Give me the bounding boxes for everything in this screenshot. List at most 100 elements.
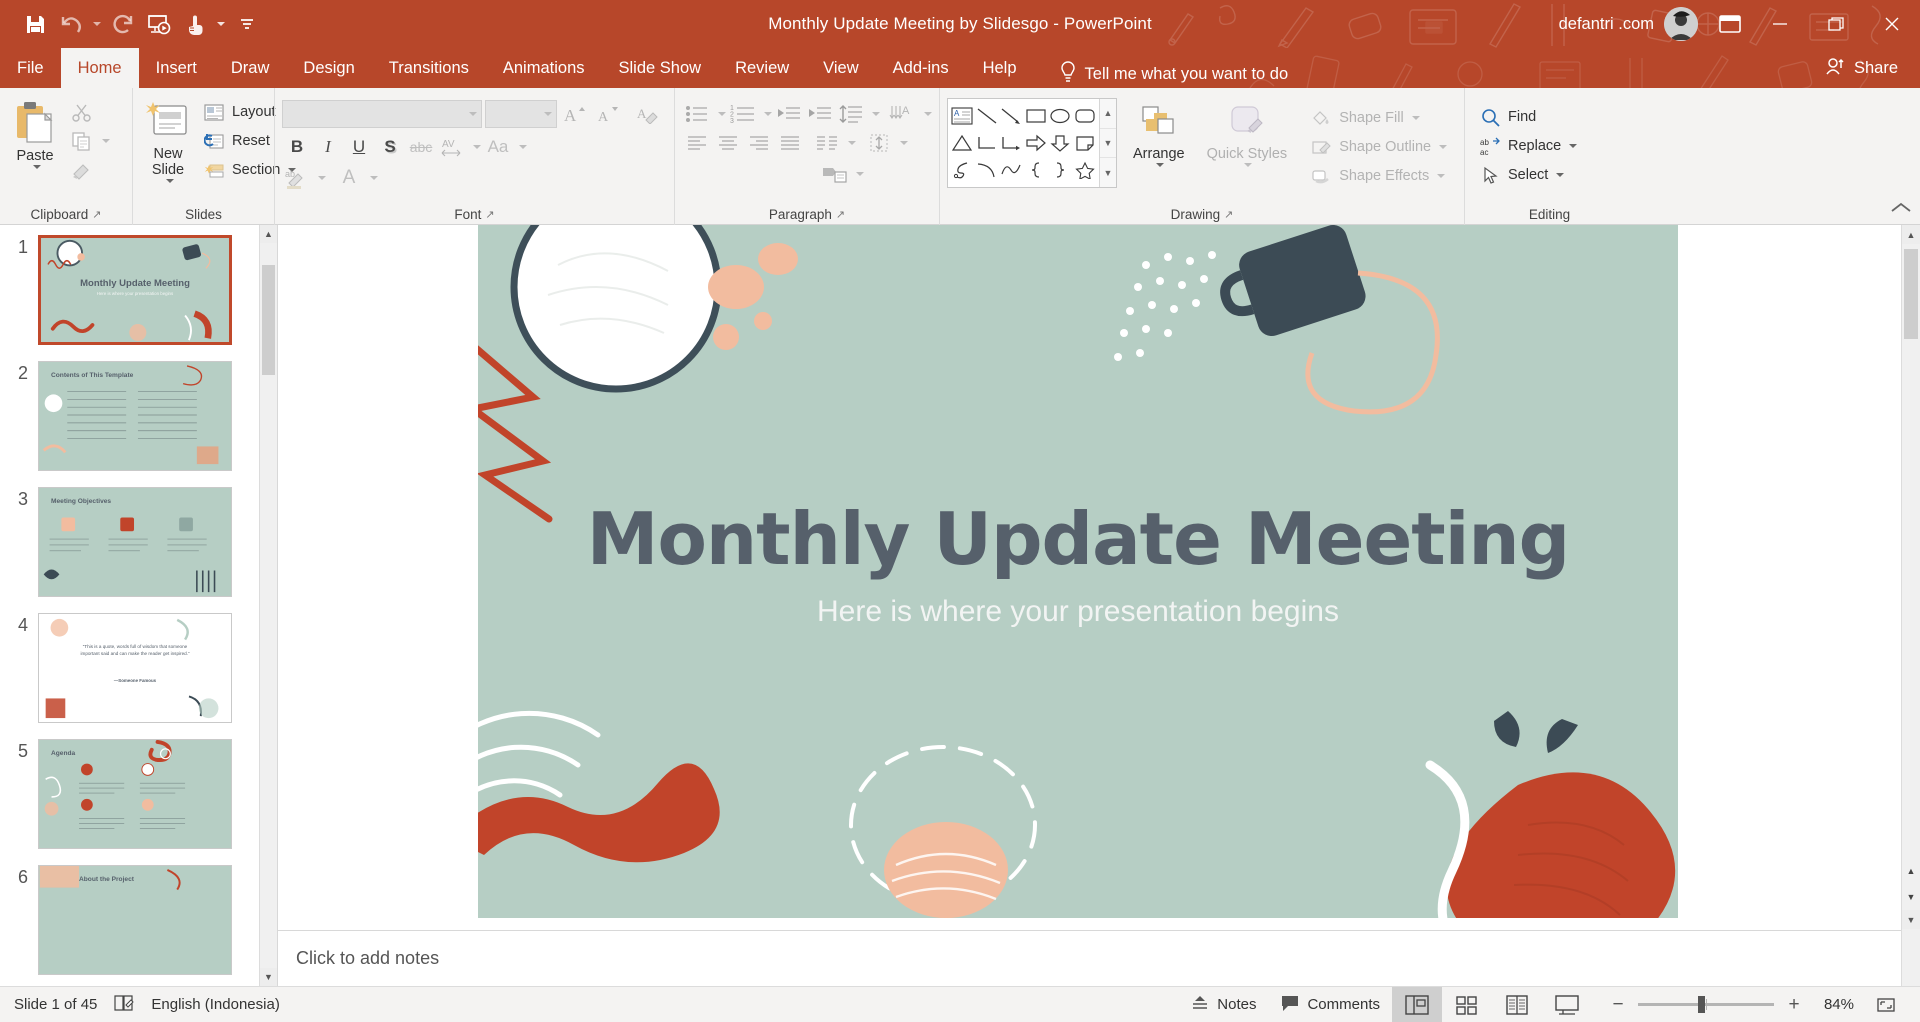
shape-curve[interactable] [975, 157, 1000, 184]
change-case-dropdown-icon[interactable] [514, 132, 528, 161]
paste-button[interactable]: Paste [7, 96, 63, 169]
shape-star[interactable] [1073, 157, 1098, 184]
shapes-more-icon[interactable]: ▼ [1100, 158, 1116, 187]
shape-freeform[interactable] [999, 157, 1024, 184]
quick-styles-button[interactable]: Quick Styles [1201, 98, 1294, 167]
next-slide-icon[interactable]: ▼ [1902, 884, 1920, 910]
shape-line[interactable] [975, 102, 1000, 129]
tab-help[interactable]: Help [966, 48, 1034, 88]
font-color-button[interactable]: A [334, 163, 364, 192]
new-slide-button[interactable]: New Slide [140, 96, 196, 183]
thumbnail-scroll-thumb[interactable] [262, 265, 275, 375]
shape-left-brace[interactable] [1024, 157, 1049, 184]
zoom-out-button[interactable]: − [1610, 994, 1626, 1016]
zoom-slider-handle[interactable] [1698, 996, 1705, 1013]
slide-thumbnail-preview-3[interactable]: Meeting Objectives [38, 487, 232, 597]
slide-thumbnail-pane[interactable]: 1 Monthly Update Meeting Here is where y… [0, 225, 278, 986]
slide-count-label[interactable]: Slide 1 of 45 [14, 996, 97, 1013]
numbering-dropdown-icon[interactable] [759, 99, 773, 128]
shape-scribble[interactable] [950, 157, 975, 184]
replace-dropdown-icon[interactable] [1569, 144, 1578, 148]
decrease-font-size-button[interactable]: A [593, 99, 623, 128]
thumbnail-scroll-up-icon[interactable]: ▲ [260, 225, 277, 243]
select-button[interactable]: Select [1472, 161, 1582, 189]
save-icon[interactable] [18, 7, 52, 41]
tab-draw[interactable]: Draw [214, 48, 287, 88]
font-name-dropdown-icon[interactable] [469, 111, 477, 116]
shape-triangle[interactable] [950, 129, 975, 156]
thumbnail-scrollbar[interactable]: ▲ ▼ [259, 225, 277, 986]
shape-elbow-connector[interactable] [975, 129, 1000, 156]
bold-button[interactable]: B [282, 132, 312, 161]
tell-me-search[interactable]: Tell me what you want to do [1060, 61, 1288, 88]
avatar[interactable] [1664, 7, 1698, 41]
slide-show-button[interactable] [1542, 987, 1592, 1022]
font-name-combo[interactable] [282, 99, 482, 128]
strikethrough-button[interactable]: abc [406, 132, 436, 161]
tab-home[interactable]: Home [60, 48, 139, 88]
slide-thumbnail-preview-2[interactable]: Contents of This Template [38, 361, 232, 471]
undo-icon[interactable] [54, 7, 88, 41]
shape-fill-button[interactable]: Shape Fill [1303, 104, 1452, 132]
align-right-button[interactable] [744, 128, 774, 157]
previous-slide-icon[interactable]: ▲ [1902, 858, 1920, 884]
columns-button[interactable] [812, 128, 842, 157]
new-slide-dropdown-icon[interactable] [165, 178, 174, 183]
change-case-button[interactable]: Aa [483, 132, 513, 161]
slide-thumbnail-6[interactable]: 6 About the Project [0, 865, 259, 975]
columns-dropdown-icon[interactable] [843, 128, 857, 157]
shapes-gallery[interactable]: A ▲ ▼ ▼ [947, 98, 1117, 188]
slide-thumbnail-2[interactable]: 2 Contents of This Template [0, 361, 259, 471]
font-size-combo[interactable] [485, 99, 557, 128]
shapes-scroll-down-icon[interactable]: ▼ [1100, 129, 1116, 159]
line-spacing-dropdown-icon[interactable] [867, 99, 881, 128]
start-presentation-icon[interactable] [142, 7, 176, 41]
drawing-dialog-launcher-icon[interactable]: ↗ [1224, 208, 1233, 221]
thumbnail-scroll-down-icon[interactable]: ▼ [260, 968, 277, 986]
font-color-dropdown-icon[interactable] [365, 163, 379, 192]
justify-button[interactable] [775, 128, 805, 157]
font-dialog-launcher-icon[interactable]: ↗ [485, 208, 494, 221]
slide-subtitle[interactable]: Here is where your presentation begins [478, 595, 1678, 629]
shape-oval[interactable] [1048, 102, 1073, 129]
tab-transitions[interactable]: Transitions [372, 48, 486, 88]
slide-thumbnail-preview-4[interactable]: “This is a quote, words full of wisdom t… [38, 613, 232, 723]
shape-folded-corner[interactable] [1073, 129, 1098, 156]
tab-insert[interactable]: Insert [139, 48, 214, 88]
text-highlight-dropdown-icon[interactable] [313, 163, 327, 192]
shape-rectangle[interactable] [1024, 102, 1049, 129]
account-name[interactable]: defantri .com [1559, 15, 1654, 34]
align-left-button[interactable] [682, 128, 712, 157]
undo-dropdown-icon[interactable] [90, 7, 104, 41]
reading-view-button[interactable] [1492, 987, 1542, 1022]
line-spacing-button[interactable] [836, 99, 866, 128]
bullets-dropdown-icon[interactable] [713, 99, 727, 128]
shape-effects-dropdown-icon[interactable] [1437, 174, 1446, 178]
zoom-in-button[interactable]: + [1786, 994, 1802, 1016]
copy-button[interactable] [63, 127, 115, 155]
shape-right-brace[interactable] [1048, 157, 1073, 184]
tab-design[interactable]: Design [286, 48, 371, 88]
shape-right-arrow[interactable] [1024, 129, 1049, 156]
format-painter-button[interactable] [63, 156, 115, 184]
spell-check-icon[interactable] [113, 994, 135, 1016]
tab-view[interactable]: View [806, 48, 875, 88]
customize-qat-icon[interactable] [230, 7, 264, 41]
tab-file[interactable]: File [0, 48, 61, 88]
shape-rounded-rectangle[interactable] [1073, 102, 1098, 129]
shape-outline-dropdown-icon[interactable] [1439, 145, 1448, 149]
shapes-gallery-scrollbar[interactable]: ▲ ▼ ▼ [1099, 99, 1116, 187]
touch-mode-icon[interactable] [178, 7, 212, 41]
touch-mode-dropdown-icon[interactable] [214, 7, 228, 41]
font-size-dropdown-icon[interactable] [544, 111, 552, 116]
quick-styles-dropdown-icon[interactable] [1244, 162, 1253, 167]
zoom-value-label[interactable]: 84% [1814, 996, 1854, 1013]
redo-icon[interactable] [106, 7, 140, 41]
shape-effects-button[interactable]: Shape Effects [1303, 162, 1452, 190]
character-spacing-button[interactable]: AV [437, 132, 467, 161]
text-shadow-button[interactable]: S [375, 132, 405, 161]
numbering-button[interactable]: 123 [728, 99, 758, 128]
paste-dropdown-icon[interactable] [32, 164, 41, 169]
slide-thumbnail-4[interactable]: 4 “This is a quote, words full of wisdom… [0, 613, 259, 723]
increase-font-size-button[interactable]: A [560, 99, 590, 128]
